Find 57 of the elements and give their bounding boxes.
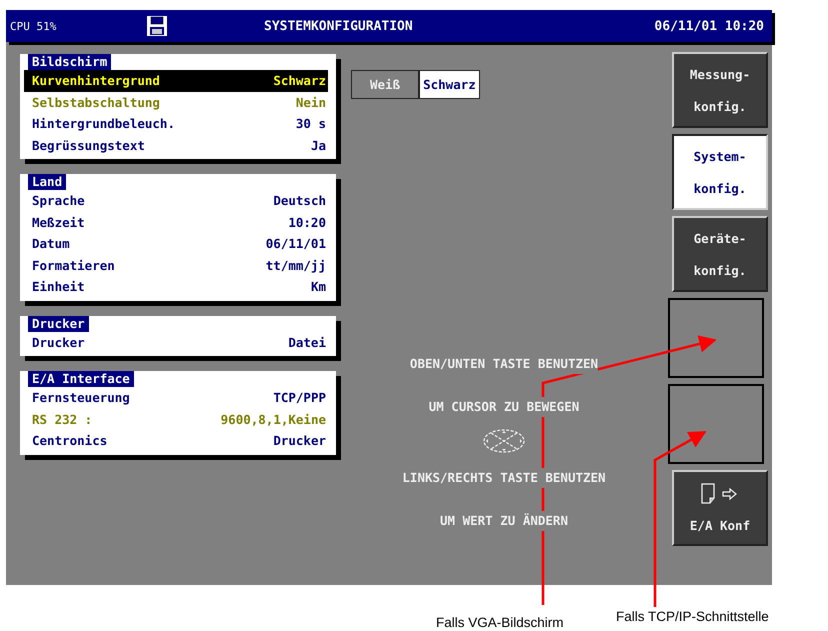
setting-value: 10:20 <box>288 214 326 232</box>
setting-row[interactable]: Formatieren tt/mm/jj <box>24 254 328 276</box>
setting-row[interactable]: Meßzeit 10:20 <box>24 212 328 233</box>
setting-label: Einheit <box>32 278 85 296</box>
setting-value: Km <box>310 278 326 296</box>
section-title: Drucker <box>28 316 89 332</box>
setting-value: Nein <box>296 94 326 112</box>
option-button[interactable]: Schwarz <box>420 71 479 98</box>
setting-label: Centronics <box>32 432 108 450</box>
cpu-load: CPU 51% <box>10 20 58 32</box>
setting-label: Kurvenhintergrund <box>32 72 160 90</box>
setting-row[interactable]: Centronics Drucker <box>24 430 328 452</box>
setting-label: Hintergrundbeleuch. <box>32 115 175 133</box>
setting-label: Begrüssungstext <box>32 136 145 155</box>
setting-row[interactable]: Fernsteuerung TCP/PPP <box>24 387 328 408</box>
instruction-text: UM CURSOR ZU BEWEGEN <box>428 397 580 417</box>
section-title: E/A Interface <box>28 371 134 387</box>
setting-row[interactable]: Drucker Datei <box>24 332 328 353</box>
empty-softkey[interactable] <box>668 384 764 464</box>
screen-title: SYSTEMKONFIGURATION <box>264 18 414 34</box>
setting-label: Fernsteuerung <box>32 389 130 407</box>
setting-value: TCP/PPP <box>273 389 326 407</box>
annotation-text: Falls VGA-Bildschirm <box>436 615 564 630</box>
setting-row[interactable]: Datum 06/11/01 <box>24 233 328 254</box>
empty-softkey[interactable] <box>668 298 764 378</box>
setting-value: 30 s <box>296 115 326 133</box>
setting-label: Datum <box>32 235 70 253</box>
setting-row[interactable]: Kurvenhintergrund Schwarz <box>24 70 328 92</box>
softkey-button[interactable]: Geräte- konfig. <box>672 216 768 292</box>
setting-value: 06/11/01 <box>266 235 326 253</box>
section-title: Bildschirm <box>28 54 112 70</box>
setting-label: Meßzeit <box>32 214 85 232</box>
section-title: Land <box>28 174 66 190</box>
setting-value: 9600,8,1,Keine <box>220 410 326 428</box>
setting-label: Drucker <box>32 334 85 352</box>
softkey-button[interactable]: E/A Konf <box>672 470 768 546</box>
instruction-text: UM WERT ZU ÄNDERN <box>440 511 568 531</box>
instruction-text: LINKS/RECHTS TASTE BENUTZEN <box>402 468 606 488</box>
setting-value: Drucker <box>273 432 326 450</box>
date-time: 06/11/01 10:20 <box>654 18 764 34</box>
setting-label: RS 232 : <box>32 410 92 428</box>
setting-value: tt/mm/jj <box>266 256 326 275</box>
setting-value: Ja <box>310 136 326 154</box>
setting-row[interactable]: Einheit Km <box>24 276 328 298</box>
annotation-text: Falls TCP/IP-Schnittstelle <box>616 609 769 624</box>
softkey-button[interactable]: Messung- konfig. <box>672 52 768 128</box>
setting-row[interactable]: Sprache Deutsch <box>24 190 328 212</box>
direction-pad-icon <box>482 428 526 454</box>
setting-label: Formatieren <box>32 256 115 274</box>
setting-row[interactable]: Begrüssungstext Ja <box>24 134 328 156</box>
setting-label: Selbstabschaltung <box>32 94 160 112</box>
setting-row[interactable]: Hintergrundbeleuch. 30 s <box>24 113 328 134</box>
setting-value: Datei <box>288 334 326 352</box>
setting-value: Deutsch <box>273 192 326 210</box>
setting-label: Sprache <box>32 192 85 210</box>
setting-value: Schwarz <box>273 72 326 90</box>
softkey-button[interactable]: System- konfig. <box>672 134 768 210</box>
